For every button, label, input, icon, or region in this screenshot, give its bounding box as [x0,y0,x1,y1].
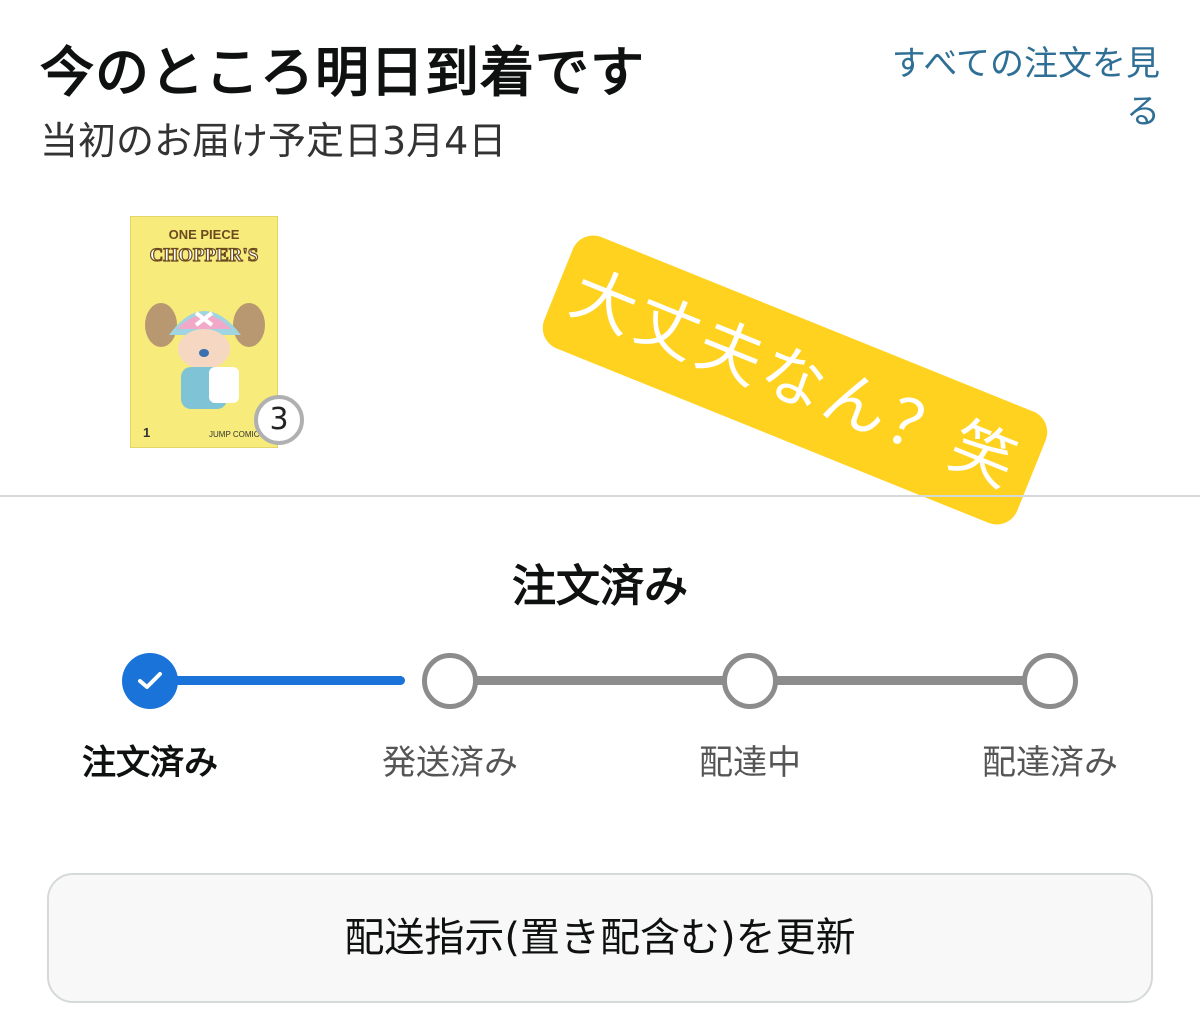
step-out-for-delivery-indicator [722,653,778,709]
annotation-sticker: 大丈夫なん？笑 [536,228,1054,532]
cover-title-line1: ONE PIECE [169,227,240,242]
step-out-for-delivery-label: 配達中 [699,743,801,783]
quantity-badge: 3 [254,395,304,445]
cover-title-line2: CHOPPER'S [150,245,259,266]
step-ordered-indicator [122,653,178,709]
order-status-heading: 注文済み [512,561,688,612]
original-delivery-date: 当初のお届け予定日3月4日 [40,119,507,163]
cover-nose [199,349,209,357]
update-delivery-instructions-button[interactable]: 配送指示(置き配含む)を更新 [47,873,1153,1003]
progress-track-completed [150,676,405,685]
check-icon [138,672,162,689]
cover-antler-right [233,303,265,347]
cover-volume-number: 1 [143,425,150,440]
step-shipped-indicator [422,653,478,709]
step-delivered-indicator [1022,653,1078,709]
delivery-status-title: 今のところ明日到着です [40,41,645,104]
cover-shirt [209,367,239,403]
step-ordered-label: 注文済み [82,743,218,783]
section-divider [0,495,1200,497]
step-delivered-label: 配達済み [982,743,1118,783]
cover-antler-left [145,303,177,347]
see-all-orders-link[interactable]: すべての注文を見る [860,40,1160,136]
step-shipped-label: 発送済み [382,743,518,783]
